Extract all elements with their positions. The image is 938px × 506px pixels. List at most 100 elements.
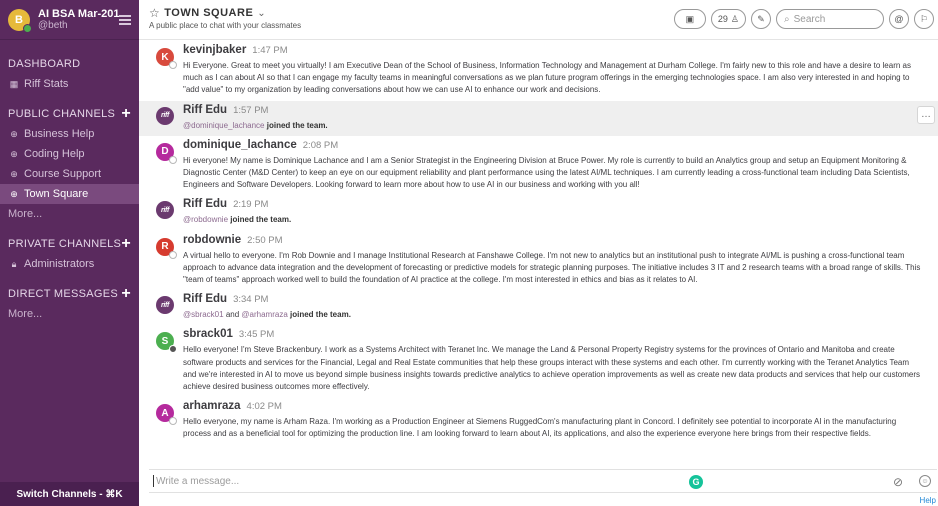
post-author[interactable]: kevinjbaker [183, 44, 246, 56]
avatar[interactable]: S [156, 332, 177, 354]
post-author[interactable]: Riff Edu [183, 293, 227, 305]
search-input[interactable]: ⌕ Search [776, 9, 884, 29]
avatar[interactable]: A [156, 404, 177, 426]
riff-avatar[interactable]: riff [156, 201, 174, 220]
text-caret [153, 475, 154, 487]
post-body: Hello everyone! I'm Steve Brackenbury. I… [183, 345, 921, 392]
sidebar-item-riff-stats[interactable]: ▦ Riff Stats [8, 74, 131, 94]
system-post[interactable]: riff Riff Edu 1:57 PM @dominique_lachanc… [139, 100, 938, 136]
header-actions: ▣ 29 ♙ ✎ ⌕ Search @ ⚐ [673, 9, 934, 29]
pinned-posts-button[interactable]: ✎ [751, 9, 771, 29]
globe-icon: ⊕ [10, 168, 18, 179]
status-icon [169, 155, 177, 164]
avatar[interactable]: K [156, 48, 177, 69]
message-icon: ▣ [685, 13, 695, 24]
switch-channels-button[interactable]: Switch Channels - ⌘K [0, 482, 139, 506]
sidebar-item-course-support[interactable]: ⊕ Course Support [8, 164, 131, 184]
chevron-down-icon[interactable]: ⌄ [257, 8, 266, 19]
online-status-icon [23, 23, 32, 33]
post-body: Hello everyone, my name is Arham Raza. I… [183, 417, 897, 439]
add-private-channel-icon[interactable]: + [121, 236, 131, 252]
sidebar-item-label: Business Help [24, 128, 95, 140]
add-public-channel-icon[interactable]: + [121, 106, 131, 122]
post[interactable]: R robdownie 2:50 PM A virtual hello to e… [139, 231, 938, 291]
grammarly-icon[interactable]: G [689, 475, 703, 489]
sidebar-item-administrators[interactable]: 🔒︎ Administrators [8, 254, 131, 274]
post-author[interactable]: sbrack01 [183, 328, 233, 340]
sidebar-item-town-square[interactable]: ⊕ Town Square [0, 184, 139, 204]
star-icon[interactable]: ☆ [149, 6, 160, 20]
post-time[interactable]: 4:02 PM [247, 401, 282, 412]
channel-purpose: A public place to chat with your classma… [149, 21, 302, 30]
channel-name: TOWN SQUARE [164, 7, 254, 19]
post-header: Riff Edu 1:57 PM [183, 104, 928, 120]
post-header: dominique_lachance 2:08 PM [183, 139, 928, 155]
post-time[interactable]: 2:50 PM [247, 235, 282, 246]
direct-messages-section: DIRECT MESSAGES + More... [0, 284, 139, 324]
avatar[interactable]: D [156, 142, 177, 164]
post-author[interactable]: robdownie [183, 234, 241, 246]
members-icon: ♙ [730, 13, 739, 24]
post-author[interactable]: arhamraza [183, 400, 241, 412]
sidebar-item-label: Riff Stats [24, 78, 69, 90]
username: @beth [38, 19, 68, 31]
public-channels-section: PUBLIC CHANNELS + ⊕ Business Help ⊕ Codi… [0, 104, 139, 224]
post-author[interactable]: dominique_lachance [183, 139, 297, 151]
more-public-channels-link[interactable]: More... [8, 204, 131, 224]
hamburger-menu-icon[interactable] [119, 14, 131, 25]
post-author[interactable]: Riff Edu [183, 198, 227, 210]
post[interactable]: S sbrack01 3:45 PM Hello everyone! I'm S… [139, 325, 938, 397]
sidebar-item-business-help[interactable]: ⊕ Business Help [8, 124, 131, 144]
team-name: AI BSA Mar-2019 [38, 7, 119, 20]
post-time[interactable]: 3:34 PM [233, 294, 268, 305]
channel-title[interactable]: ☆ TOWN SQUARE ⌄ [149, 6, 266, 20]
dashboard-heading: DASHBOARD [8, 58, 81, 70]
flagged-posts-button[interactable]: ⚐ [914, 9, 934, 29]
system-post[interactable]: riff Riff Edu 2:19 PM @robdownie joined … [139, 195, 938, 230]
avatar[interactable]: R [156, 237, 177, 259]
member-count-button[interactable]: 29 ♙ [710, 9, 746, 29]
post[interactable]: A arhamraza 4:02 PM Hello everyone, my n… [139, 397, 938, 444]
emoji-icon[interactable]: ☺ [919, 475, 931, 487]
more-actions-icon[interactable]: … [917, 105, 935, 124]
sidebar-item-label: Coding Help [24, 148, 85, 160]
riff-avatar[interactable]: riff [156, 296, 174, 315]
post[interactable]: D dominique_lachance 2:08 PM Hi everyone… [139, 136, 938, 196]
post-time[interactable]: 2:19 PM [233, 199, 268, 210]
more-direct-messages-link[interactable]: More... [8, 304, 131, 324]
post-time[interactable]: 1:47 PM [252, 45, 287, 56]
team-info: AI BSA Mar-2019 @beth [38, 8, 119, 32]
user-mention[interactable]: @arhamraza [241, 310, 287, 319]
post-header: sbrack01 3:45 PM [183, 328, 928, 344]
sidebar-item-coding-help[interactable]: ⊕ Coding Help [8, 144, 131, 164]
direct-messages-heading: DIRECT MESSAGES + [8, 285, 131, 302]
message-input[interactable]: Write a message... G ⊘ ☺ [149, 469, 937, 493]
team-header[interactable]: B AI BSA Mar-2019 @beth [0, 0, 139, 40]
mentions-button[interactable]: @ [889, 9, 909, 29]
public-channels-heading: PUBLIC CHANNELS + [8, 105, 131, 122]
post-author[interactable]: Riff Edu [183, 104, 227, 116]
riff-avatar[interactable]: riff [156, 106, 174, 125]
message-list: K kevinjbaker 1:47 PM Hi Everyone. Great… [139, 41, 938, 465]
user-mention[interactable]: @robdownie [183, 215, 228, 224]
paperclip-icon[interactable]: ⊘ [893, 475, 903, 489]
channel-info-button[interactable]: ▣ [673, 9, 706, 29]
message-placeholder: Write a message... [156, 475, 240, 487]
post-time[interactable]: 2:08 PM [303, 140, 338, 151]
post-body: @dominique_lachance joined the team. [183, 120, 928, 132]
post-header: robdownie 2:50 PM [183, 234, 928, 250]
post[interactable]: K kevinjbaker 1:47 PM Hi Everyone. Great… [139, 41, 938, 101]
post-body: Hi Everyone. Great to meet you virtually… [183, 61, 911, 95]
flag-icon: ⚐ [919, 13, 929, 24]
sidebar-item-label: Town Square [24, 188, 89, 200]
user-mention[interactable]: @dominique_lachance [183, 121, 265, 130]
search-icon: ⌕ [784, 13, 790, 25]
sidebar-item-label: Course Support [24, 168, 102, 180]
add-direct-message-icon[interactable]: + [121, 286, 131, 302]
system-post[interactable]: riff Riff Edu 3:34 PM @sbrack01 and @arh… [139, 290, 938, 325]
user-mention[interactable]: @sbrack01 [183, 310, 224, 319]
post-time[interactable]: 1:57 PM [233, 105, 268, 116]
lock-icon: 🔒︎ [11, 258, 17, 269]
post-time[interactable]: 3:45 PM [239, 329, 274, 340]
help-link[interactable]: Help [920, 496, 936, 505]
